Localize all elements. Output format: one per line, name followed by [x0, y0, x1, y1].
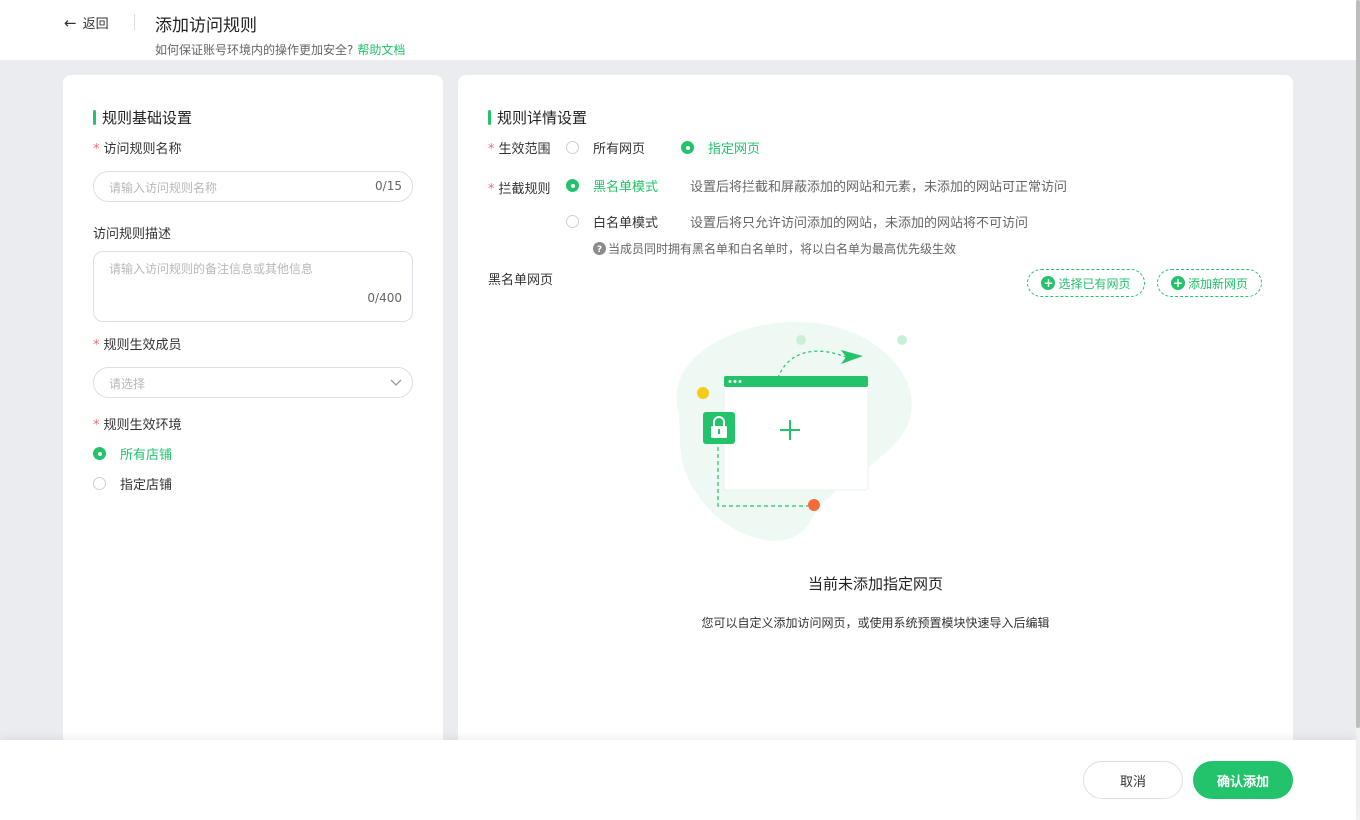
scope-radio-specific-pages[interactable]: 指定网页: [681, 138, 760, 157]
rule-members-placeholder: 请选择: [109, 377, 146, 391]
radio-dot: [93, 447, 106, 460]
rule-members-select[interactable]: 请选择: [93, 367, 413, 398]
priority-note-text: 当成员同时拥有黑名单和白名单时，将以白名单为最高优先级生效: [608, 242, 957, 256]
required-mark: *: [93, 142, 100, 157]
blacklist-pages-label: 黑名单网页: [488, 273, 554, 288]
confirm-add-button[interactable]: 确认添加: [1193, 761, 1293, 799]
rule-desc-textarea[interactable]: 请输入访问规则的备注信息或其他信息 0/400: [93, 251, 413, 322]
page-subtitle: 如何保证账号环境内的操作更加安全? 帮助文档: [155, 41, 405, 58]
page-title: 添加访问规则: [155, 16, 257, 36]
rule-desc-label: 访问规则描述: [93, 227, 172, 242]
scope-label: * 生效范围: [488, 138, 551, 157]
footer-bar: 取消 确认添加: [0, 740, 1356, 820]
empty-state-description: 您可以自定义添加访问网页，或使用系统预置模块快速导入后编辑: [701, 616, 1050, 630]
basic-settings-card: 规则基础设置 * 访问规则名称 请输入访问规则名称 0/15 访问规则描述 请输入…: [63, 75, 443, 755]
help-doc-link[interactable]: 帮助文档: [357, 43, 405, 57]
rule-name-label-text: 访问规则名称: [103, 142, 182, 157]
env-radio-all-stores[interactable]: 所有店铺: [93, 444, 172, 463]
detail-settings-title: 规则详情设置: [488, 107, 587, 128]
required-mark: *: [488, 142, 495, 157]
rule-env-label-text: 规则生效环境: [103, 418, 182, 433]
rule-name-counter: 0/15: [375, 179, 402, 193]
scope-radio-all-pages[interactable]: 所有网页: [566, 138, 645, 157]
rule-name-input[interactable]: 请输入访问规则名称 0/15: [93, 171, 413, 202]
rule-members-label: * 规则生效成员: [93, 334, 182, 353]
select-existing-label: 选择已有网页: [1058, 276, 1131, 291]
env-option-label: 所有店铺: [120, 448, 173, 463]
scope-label-text: 生效范围: [498, 142, 551, 157]
decor-dot-icon: [897, 335, 907, 345]
blacklist-label: 黑名单模式: [593, 180, 659, 195]
required-mark: *: [488, 182, 495, 197]
cancel-button[interactable]: 取消: [1083, 761, 1183, 799]
select-existing-pages-button[interactable]: + 选择已有网页: [1027, 269, 1145, 297]
rule-desc-counter: 0/400: [367, 291, 402, 305]
chevron-down-icon: [390, 379, 402, 386]
radio-dot: [566, 215, 579, 228]
plus-circle-icon: +: [1170, 276, 1185, 290]
decor-dot-icon: [808, 499, 820, 511]
svg-text:?: ?: [597, 245, 602, 255]
intercept-radio-whitelist[interactable]: 白名单模式: [566, 212, 658, 231]
required-mark: *: [93, 418, 100, 433]
basic-settings-title: 规则基础设置: [93, 107, 192, 128]
plus-circle-icon: +: [1041, 276, 1056, 290]
subtitle-text: 如何保证账号环境内的操作更加安全?: [155, 43, 354, 57]
priority-note: ? 当成员同时拥有黑名单和白名单时，将以白名单为最高优先级生效: [593, 240, 956, 257]
add-new-label: 添加新网页: [1187, 276, 1248, 291]
radio-dot: [93, 477, 106, 490]
lock-icon: [703, 412, 735, 444]
whitelist-description: 设置后将只允许访问添加的网站，未添加的网站将不可访问: [690, 216, 1029, 231]
required-mark: *: [93, 338, 100, 353]
blacklist-description: 设置后将拦截和屏蔽添加的网站和元素，未添加的网站可正常访问: [690, 180, 1068, 195]
rule-name-placeholder: 请输入访问规则名称: [109, 181, 218, 195]
empty-state-title: 当前未添加指定网页: [807, 575, 943, 593]
rule-env-label: * 规则生效环境: [93, 414, 182, 433]
rule-name-label: * 访问规则名称: [93, 138, 182, 157]
arrow-left-icon: ←: [64, 13, 77, 32]
env-radio-specific-stores[interactable]: 指定店铺: [93, 474, 172, 493]
radio-dot: [681, 141, 694, 154]
intercept-label-text: 拦截规则: [498, 182, 551, 197]
back-label: 返回: [82, 17, 109, 32]
top-bar: ← 返回 添加访问规则 如何保证账号环境内的操作更加安全? 帮助文档: [0, 0, 1356, 60]
decor-dot-icon: [697, 387, 709, 399]
back-button[interactable]: ← 返回: [64, 13, 109, 33]
whitelist-label: 白名单模式: [593, 216, 659, 231]
radio-dot: [566, 141, 579, 154]
intercept-label: * 拦截规则: [488, 178, 551, 197]
header-divider: [134, 14, 135, 30]
env-option-label: 指定店铺: [120, 478, 173, 493]
scope-option-label: 指定网页: [708, 142, 761, 157]
scope-option-label: 所有网页: [593, 142, 646, 157]
rule-members-label-text: 规则生效成员: [103, 338, 182, 353]
empty-state-illustration: [676, 321, 912, 541]
decor-dot-icon: [796, 335, 806, 345]
radio-dot: [566, 179, 579, 192]
intercept-radio-blacklist[interactable]: 黑名单模式: [566, 176, 658, 195]
detail-settings-card: 规则详情设置 * 生效范围 所有网页 指定网页 * 拦截规则 黑名单模式 设置后将拦…: [458, 75, 1293, 755]
rule-desc-placeholder: 请输入访问规则的备注信息或其他信息: [109, 262, 314, 276]
browser-window-icon: [723, 376, 869, 491]
add-new-page-button[interactable]: + 添加新网页: [1157, 269, 1262, 297]
page-scrollbar-thumb[interactable]: [1356, 0, 1360, 728]
question-circle-icon: ?: [593, 242, 606, 255]
